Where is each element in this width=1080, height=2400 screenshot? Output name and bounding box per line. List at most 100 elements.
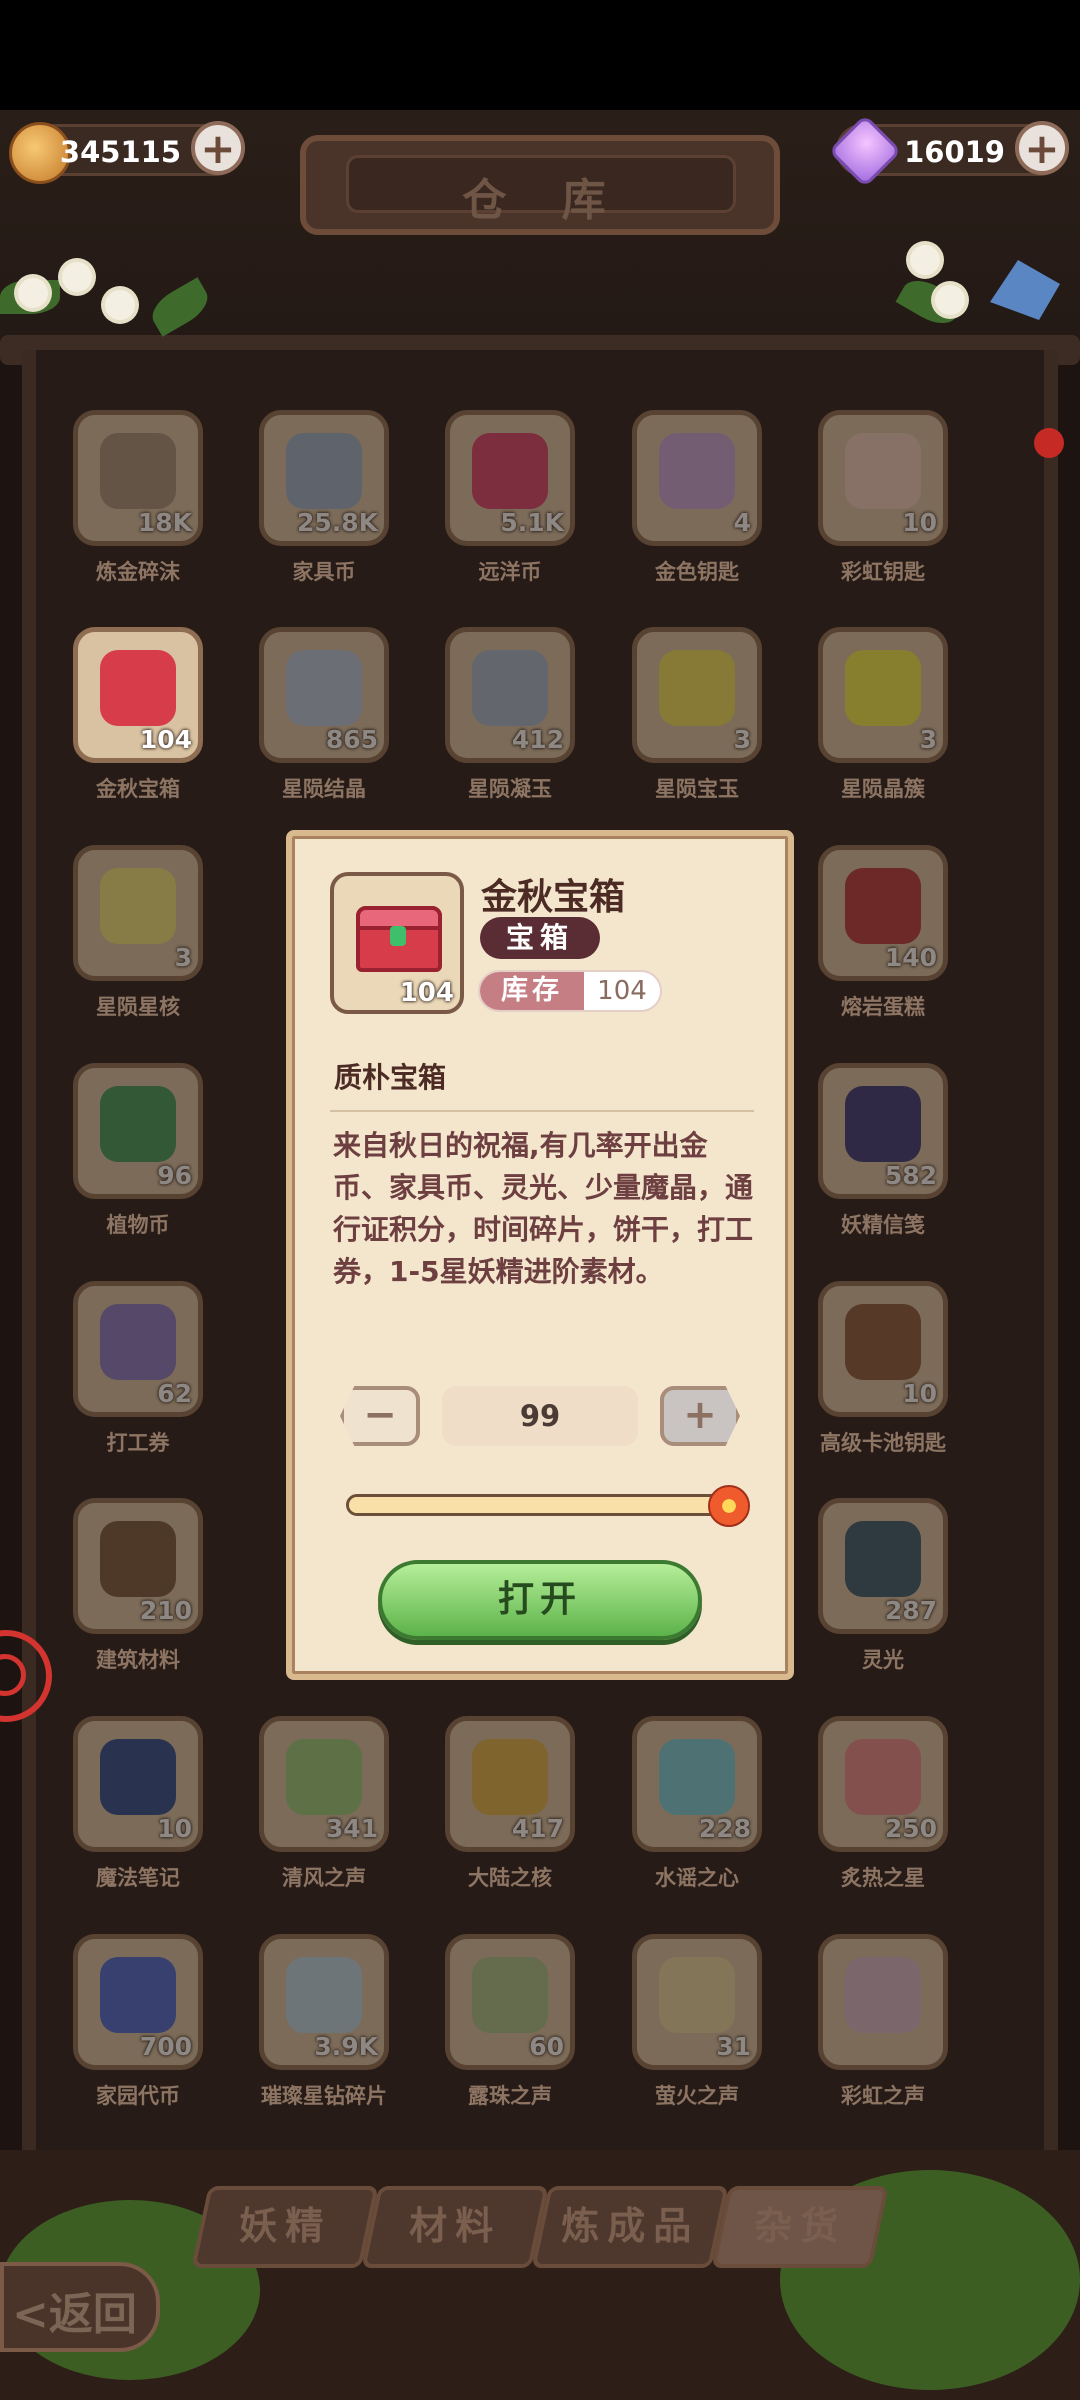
coin-value: 345115 bbox=[59, 135, 181, 169]
inventory-item[interactable]: 10 bbox=[818, 1281, 948, 1417]
item-name: 彩虹之声 bbox=[841, 2084, 925, 2108]
slider-fill bbox=[349, 1497, 729, 1513]
item-count: 140 bbox=[884, 943, 937, 972]
star-cluster-icon bbox=[845, 650, 921, 726]
inventory-item[interactable]: 96 bbox=[73, 1063, 203, 1199]
item-count: 10 bbox=[157, 1814, 192, 1843]
item-name: 金秋宝箱 bbox=[96, 777, 180, 801]
inventory-item[interactable]: 412 bbox=[445, 627, 575, 763]
item-count: 25.8K bbox=[296, 508, 378, 537]
flower-decoration bbox=[62, 262, 92, 292]
star-core-icon bbox=[100, 868, 176, 944]
item-count: 210 bbox=[139, 1596, 192, 1625]
add-gems-button[interactable]: + bbox=[1015, 121, 1069, 175]
page-title: 仓 库 bbox=[462, 175, 626, 226]
inventory-item[interactable]: 5.1K bbox=[445, 410, 575, 546]
plant-coin-icon bbox=[100, 1086, 176, 1162]
inventory-item[interactable]: 4 bbox=[632, 410, 762, 546]
rock-pile-icon bbox=[100, 433, 176, 509]
item-count: 412 bbox=[511, 725, 564, 754]
item-name: 露珠之声 bbox=[468, 2084, 552, 2108]
inventory-item[interactable]: 31 bbox=[632, 1934, 762, 2070]
open-button-label: 打开 bbox=[497, 1579, 582, 1620]
item-count: 582 bbox=[884, 1161, 937, 1190]
diamond-shard-icon bbox=[286, 1957, 362, 2033]
inventory-item[interactable]: 140 bbox=[818, 845, 948, 981]
inventory-item[interactable]: 3.9K bbox=[259, 1934, 389, 2070]
title-board: 仓 库 bbox=[300, 135, 780, 235]
item-count: 3.9K bbox=[314, 2032, 378, 2061]
item-name: 星陨结晶 bbox=[282, 777, 366, 801]
inventory-item[interactable]: 865 bbox=[259, 627, 389, 763]
inventory-item[interactable]: 700 bbox=[73, 1934, 203, 2070]
item-name: 高级卡池钥匙 bbox=[820, 1431, 946, 1455]
item-count: 250 bbox=[884, 1814, 937, 1843]
item-name: 家园代币 bbox=[96, 2084, 180, 2108]
item-name: 星陨星核 bbox=[96, 995, 180, 1019]
quantity-field[interactable]: 99 bbox=[442, 1386, 638, 1446]
inventory-item[interactable]: 582 bbox=[818, 1063, 948, 1199]
coin-counter: 345115 + bbox=[9, 121, 245, 184]
item-name: 魔法笔记 bbox=[96, 1866, 180, 1890]
inventory-item[interactable]: 10 bbox=[818, 410, 948, 546]
card-key-icon bbox=[845, 1304, 921, 1380]
inventory-item[interactable]: 104 bbox=[73, 627, 203, 763]
rainbow-bottle-icon bbox=[845, 1957, 921, 2033]
dew-bottle-icon bbox=[472, 1957, 548, 2033]
inventory-item[interactable]: 417 bbox=[445, 1716, 575, 1852]
inventory-item[interactable]: 18K bbox=[73, 410, 203, 546]
treasure-chest-icon bbox=[356, 906, 442, 972]
item-count: 417 bbox=[511, 1814, 564, 1843]
treasure-chest-icon bbox=[100, 650, 176, 726]
item-description: 来自秋日的祝福,有几率开出金币、家具币、灵光、少量魔晶，通行证积分，时间碎片，饼… bbox=[333, 1129, 754, 1288]
inventory-item[interactable]: 62 bbox=[73, 1281, 203, 1417]
gem-value: 16019 bbox=[904, 135, 1005, 169]
modal-item-icon: 104 bbox=[330, 872, 464, 1014]
inventory-item[interactable]: 228 bbox=[632, 1716, 762, 1852]
inventory-item[interactable]: 210 bbox=[73, 1498, 203, 1634]
add-coins-button[interactable]: + bbox=[191, 121, 245, 175]
item-name: 清风之声 bbox=[282, 1866, 366, 1890]
open-button[interactable]: 打开 bbox=[378, 1560, 702, 1640]
back-button[interactable]: <返回 bbox=[0, 2262, 160, 2352]
item-name: 璀璨星钻碎片 bbox=[261, 2084, 387, 2108]
firefly-bottle-icon bbox=[659, 1957, 735, 2033]
inventory-item[interactable]: 287 bbox=[818, 1498, 948, 1634]
inventory-item[interactable]: 341 bbox=[259, 1716, 389, 1852]
item-name: 家具币 bbox=[292, 560, 356, 584]
inventory-item[interactable]: 60 bbox=[445, 1934, 575, 2070]
increase-quantity-button[interactable]: + bbox=[660, 1386, 740, 1446]
tab-materials[interactable]: 材料 bbox=[361, 2186, 549, 2268]
tab-misc[interactable]: 杂货 bbox=[711, 2186, 889, 2268]
item-name: 星陨宝玉 bbox=[655, 777, 739, 801]
item-count: 3 bbox=[174, 943, 192, 972]
slider-knob-icon[interactable] bbox=[708, 1485, 750, 1527]
flower-decoration bbox=[910, 245, 940, 275]
tab-crafted[interactable]: 炼成品 bbox=[531, 2186, 729, 2268]
inventory-item[interactable]: 25.8K bbox=[259, 410, 389, 546]
rainbow-key-icon bbox=[845, 433, 921, 509]
inventory-item[interactable]: 3 bbox=[818, 627, 948, 763]
building-material-icon bbox=[100, 1521, 176, 1597]
inventory-item[interactable]: 3 bbox=[632, 627, 762, 763]
inventory-item[interactable]: 250 bbox=[818, 1716, 948, 1852]
item-name: 灵光 bbox=[862, 1648, 904, 1672]
item-name: 彩虹钥匙 bbox=[841, 560, 925, 584]
inventory-item[interactable]: 3 bbox=[73, 845, 203, 981]
decrease-quantity-button[interactable]: − bbox=[340, 1386, 420, 1446]
item-count: 3 bbox=[919, 725, 937, 754]
quantity-slider[interactable] bbox=[346, 1494, 732, 1516]
gem-counter: 16019 + bbox=[828, 114, 1069, 188]
flower-decoration bbox=[105, 290, 135, 320]
stock-label: 库存 bbox=[480, 972, 584, 1010]
inventory-item[interactable]: 10 bbox=[73, 1716, 203, 1852]
stock-value: 104 bbox=[597, 976, 647, 1006]
modal-icon-count: 104 bbox=[399, 978, 454, 1008]
notebook-icon bbox=[100, 1739, 176, 1815]
star-jade-icon bbox=[472, 650, 548, 726]
item-count: 62 bbox=[157, 1379, 192, 1408]
lava-cake-icon bbox=[845, 868, 921, 944]
inventory-item[interactable] bbox=[818, 1934, 948, 2070]
tab-fairy[interactable]: 妖精 bbox=[191, 2186, 379, 2268]
status-bar bbox=[0, 0, 1080, 110]
